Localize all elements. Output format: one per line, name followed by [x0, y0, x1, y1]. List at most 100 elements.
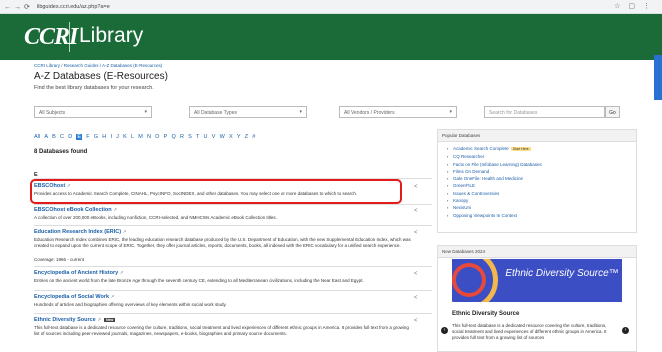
alphabet-letter-e[interactable]: E [76, 134, 83, 140]
alphabet-letter-r[interactable]: R [180, 134, 184, 140]
subjects-select[interactable]: All Subjects ▾ [34, 106, 152, 118]
divider [34, 313, 432, 314]
alphabet-letter-d[interactable]: D [68, 134, 72, 140]
alphabet-letter-j[interactable]: J [116, 134, 119, 140]
new-database-title[interactable]: Ethnic Diversity Source [452, 311, 519, 317]
alphabet-letter-i[interactable]: I [110, 134, 112, 140]
database-title-link[interactable]: Education Research Index (ERIC) ↗ [34, 229, 126, 235]
database-title-link[interactable]: Ethnic Diversity Source ↗ New [34, 317, 116, 323]
popular-database-label: GreenFILE [453, 183, 476, 189]
alphabet-letter-y[interactable]: Y [237, 134, 241, 140]
feedback-tab[interactable] [654, 55, 662, 100]
alphabet-letter-t[interactable]: T [196, 134, 199, 140]
database-description: This full-text database is a dedicated r… [34, 325, 409, 336]
browser-actions-icons[interactable]: ☆▢⋮ [614, 2, 658, 10]
alphabet-letter-hash[interactable]: # [252, 134, 255, 140]
share-icon[interactable]: < [414, 295, 418, 301]
popular-database-label: Kanopy [453, 198, 469, 204]
popular-database-label: CQ Researcher [453, 154, 485, 160]
popular-database-label: Facts on File (Infobase Learning) Databa… [453, 161, 542, 167]
database-title-link[interactable]: EBSCOhost eBook Collection ↗ [34, 207, 117, 213]
divider [34, 204, 432, 205]
alphabet-letter-g[interactable]: G [94, 134, 98, 140]
page-subtitle: Find the best library databases for your… [34, 85, 154, 91]
popular-database-label: NexisUni [453, 205, 472, 211]
alphabet-letter-u[interactable]: U [204, 134, 208, 140]
types-select[interactable]: All Database Types ▾ [189, 106, 307, 118]
alphabet-letter-a[interactable]: A [44, 134, 48, 140]
database-search-input[interactable]: Search for Databases [484, 106, 605, 118]
alphabet-letter-z[interactable]: Z [245, 134, 248, 140]
alphabet-letter-l[interactable]: L [131, 134, 134, 140]
alphabet-letter-q[interactable]: Q [171, 134, 175, 140]
browser-toolbar: ←→⟳ libguides.ccri.edu/az.php?a=e ☆▢⋮ [0, 0, 662, 14]
browser-nav-icons[interactable]: ←→⟳ [4, 3, 33, 11]
go-button[interactable]: Go [605, 106, 620, 118]
alphabet-letter-h[interactable]: H [102, 134, 106, 140]
database-title-link[interactable]: Encyclopedia of Ancient History ↗ [34, 270, 123, 276]
share-icon[interactable]: < [414, 271, 418, 277]
address-bar[interactable]: libguides.ccri.edu/az.php?a=e [37, 4, 110, 10]
alphabet-letter-x[interactable]: X [229, 134, 233, 140]
red-highlight-box [30, 179, 402, 204]
popular-database-link[interactable]: NexisUni [447, 204, 626, 212]
carousel-next-icon[interactable]: › [622, 327, 629, 334]
new-badge: New [104, 317, 116, 322]
external-link-icon: ↗ [97, 317, 102, 322]
carousel-prev-icon[interactable]: ‹ [441, 327, 448, 334]
popular-database-label: Gale OneFile: Health and Medicine [453, 176, 524, 182]
alphabet-letter-k[interactable]: K [123, 134, 127, 140]
popular-database-link[interactable]: Films On Demand [447, 168, 626, 176]
alphabet-letter-n[interactable]: N [147, 134, 151, 140]
panel-heading: New Databases 2024 [438, 246, 636, 258]
alphabet-letter-all[interactable]: All [34, 134, 40, 140]
popular-database-link[interactable]: Issues & Controversies [447, 190, 626, 198]
alphabet-letter-v[interactable]: V [212, 134, 216, 140]
database-description: A collection of over 200,000 eBooks, inc… [34, 215, 277, 220]
alphabet-letter-m[interactable]: M [138, 134, 143, 140]
types-select-value: All Database Types [194, 110, 237, 116]
site-header: CCRI Library [0, 14, 662, 60]
header-divider [69, 22, 70, 52]
chevron-down-icon: ▾ [144, 109, 147, 115]
popular-database-link[interactable]: GreenFILE [447, 182, 626, 190]
external-link-icon: ↗ [110, 294, 115, 299]
database-title: Encyclopedia of Social Work [34, 294, 110, 300]
external-link-icon: ↗ [113, 207, 117, 212]
popular-database-link[interactable]: CQ Researcher [447, 153, 626, 161]
alphabet-letter-c[interactable]: C [60, 134, 64, 140]
popular-databases-list: Academic Search CompleteStart HereCQ Res… [438, 142, 636, 223]
popular-database-label: Opposing Viewpoints In Context [453, 212, 517, 218]
panel-heading: Popular Databases [438, 130, 636, 142]
share-icon[interactable]: < [414, 230, 418, 236]
popular-database-link[interactable]: Facts on File (Infobase Learning) Databa… [447, 161, 626, 169]
divider [34, 225, 432, 226]
popular-database-link[interactable]: Gale OneFile: Health and Medicine [447, 175, 626, 183]
alphabet-letter-o[interactable]: O [155, 134, 159, 140]
database-title-link[interactable]: Encyclopedia of Social Work ↗ [34, 294, 114, 300]
breadcrumb[interactable]: CCRI Library / Research Guides / A-Z Dat… [34, 63, 162, 68]
alphabet-letter-s[interactable]: S [188, 134, 192, 140]
share-icon[interactable]: < [414, 184, 418, 190]
share-icon[interactable]: < [414, 208, 418, 214]
popular-database-link[interactable]: Kanopy [447, 197, 626, 205]
alphabet-letter-p[interactable]: P [164, 134, 168, 140]
popular-database-link[interactable]: Academic Search CompleteStart Here [447, 145, 626, 153]
alphabet-letter-w[interactable]: W [220, 134, 225, 140]
alphabet-filter: All A B C D E F G H I J K L M N O P Q R S T U V W X Y Z # [34, 134, 255, 140]
library-title[interactable]: Library [79, 24, 143, 48]
database-title: Encyclopedia of Ancient History [34, 270, 119, 276]
alphabet-letter-f[interactable]: F [86, 134, 89, 140]
vendors-select-value: All Vendors / Providers [344, 110, 395, 116]
alphabet-letter-b[interactable]: B [52, 134, 56, 140]
popular-database-label: Academic Search Complete [453, 146, 509, 151]
external-link-icon: ↗ [122, 229, 127, 234]
database-title: EBSCOhost eBook Collection [34, 207, 112, 213]
banner-text: Ethnic Diversity Source™ [505, 268, 619, 279]
ethnic-diversity-banner[interactable]: Ethnic Diversity Source™ [452, 259, 622, 302]
divider [34, 266, 432, 267]
popular-database-link[interactable]: Opposing Viewpoints In Context [447, 212, 626, 220]
vendors-select[interactable]: All Vendors / Providers ▾ [339, 106, 457, 118]
popular-database-label: Films On Demand [453, 168, 490, 174]
share-icon[interactable]: < [414, 318, 418, 324]
